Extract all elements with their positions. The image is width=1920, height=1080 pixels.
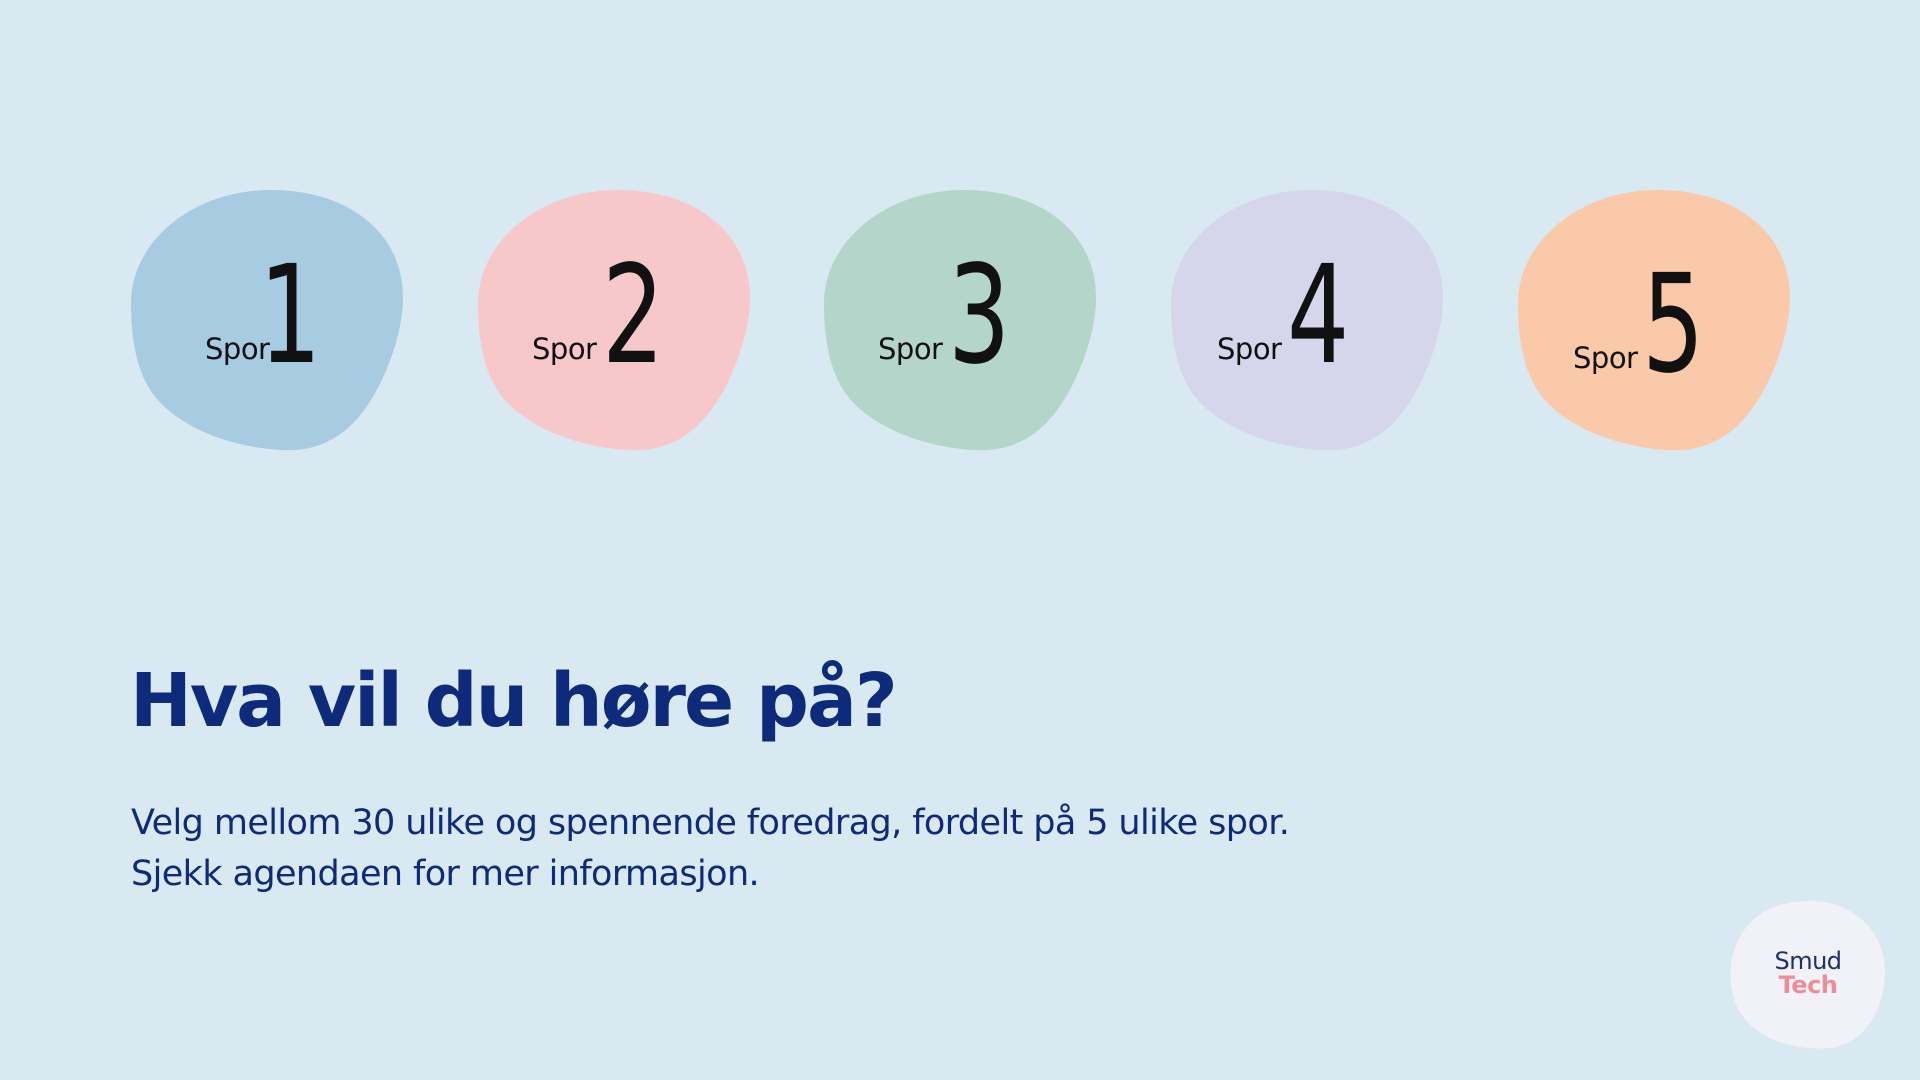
track-3-label: Spor	[878, 332, 943, 366]
track-1-number: 1	[259, 237, 322, 395]
smudtech-logo: Smud Tech	[1730, 899, 1886, 1049]
description-line-1: Velg mellom 30 ulike og spennende foredr…	[131, 803, 1290, 843]
description-line-2: Sjekk agendaen for mer informasjon.	[131, 854, 760, 894]
track-2-number: 2	[602, 237, 665, 395]
logo-text-tech: Tech	[1778, 971, 1838, 999]
track-3-number: 3	[948, 237, 1011, 395]
track-2-badge: Spor 2	[478, 188, 750, 452]
track-3-badge: Spor 3	[824, 188, 1096, 452]
track-4-badge: Spor 4	[1171, 188, 1443, 452]
track-5-label: Spor	[1573, 341, 1638, 375]
logo-text-smud: Smud	[1774, 947, 1842, 975]
track-5-badge: Spor 5	[1518, 188, 1790, 452]
track-4-number: 4	[1287, 237, 1350, 395]
track-2-label: Spor	[532, 332, 597, 366]
track-1-badge: Spor 1	[131, 188, 403, 452]
track-5-number: 5	[1642, 246, 1705, 404]
description: Velg mellom 30 ulike og spennende foredr…	[131, 798, 1290, 900]
page-heading: Hva vil du høre på?	[130, 658, 898, 744]
track-4-label: Spor	[1217, 332, 1282, 366]
